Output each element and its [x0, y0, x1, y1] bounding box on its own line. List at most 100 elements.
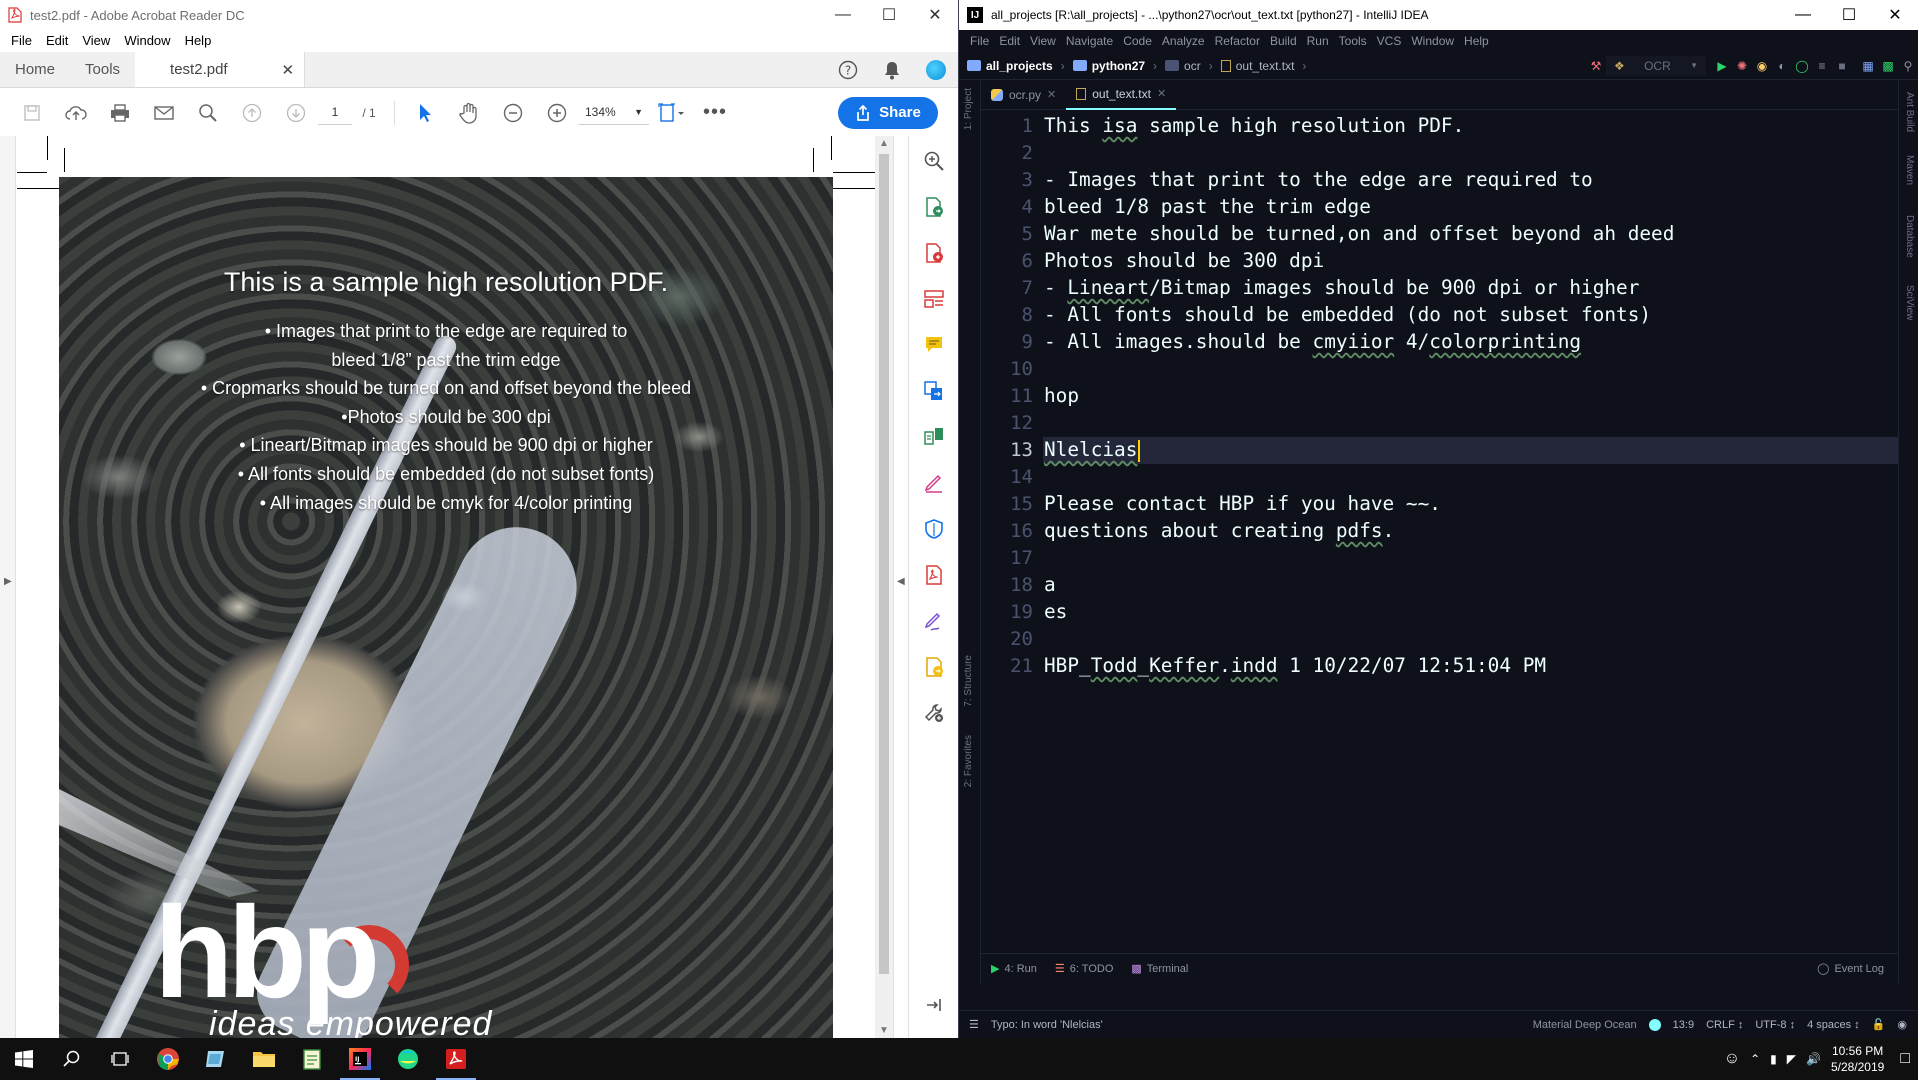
run-tool-tab[interactable]: ▶ 4: Run: [991, 962, 1037, 976]
wifi-icon[interactable]: ◤: [1787, 1052, 1796, 1066]
create-pdf-icon[interactable]: [909, 230, 958, 276]
export-pdf-icon[interactable]: [909, 184, 958, 230]
help-icon[interactable]: ?: [826, 52, 870, 87]
people-icon[interactable]: ☺: [1724, 1050, 1740, 1068]
terminal-icon[interactable]: ▩: [1878, 56, 1898, 76]
stop-icon[interactable]: ■: [1832, 56, 1852, 76]
menu-window[interactable]: Window: [1406, 34, 1459, 48]
typo-word[interactable]: isa: [1102, 114, 1137, 137]
menu-edit[interactable]: Edit: [994, 34, 1025, 48]
code-line[interactable]: Nlelcias: [1044, 438, 1141, 462]
zoom-in-icon[interactable]: [535, 93, 579, 133]
profile-icon[interactable]: ◐: [1772, 56, 1792, 76]
tab-home[interactable]: Home: [0, 52, 70, 87]
code-line[interactable]: HBP_Todd_Keffer.indd 1 10/22/07 12:51:04…: [1044, 654, 1546, 677]
breadcrumb-module[interactable]: python27: [1072, 59, 1145, 73]
close-button[interactable]: ✕: [1872, 0, 1918, 30]
notepad-icon[interactable]: [288, 1038, 336, 1080]
more-tools-icon[interactable]: •••: [693, 93, 737, 133]
typo-word[interactable]: cmyiior: [1313, 330, 1395, 353]
typo-word[interactable]: indd: [1231, 654, 1278, 677]
line-separator[interactable]: CRLF ↕: [1706, 1019, 1743, 1031]
notifications-icon[interactable]: □: [1900, 1050, 1910, 1068]
menu-help[interactable]: Help: [1459, 34, 1494, 48]
clock[interactable]: 10:56 PM 5/28/2019: [1831, 1043, 1884, 1075]
close-button[interactable]: ✕: [912, 0, 958, 30]
code-line[interactable]: hop: [1044, 384, 1079, 407]
right-panel-toggle[interactable]: ◀: [893, 136, 907, 1038]
code-line[interactable]: questions about creating pdfs.: [1044, 519, 1394, 542]
run-icon[interactable]: ▶: [1712, 56, 1732, 76]
menu-view[interactable]: View: [75, 33, 117, 48]
print-icon[interactable]: [98, 93, 142, 133]
coverage-icon[interactable]: ◉: [1752, 56, 1772, 76]
chevron-up-icon[interactable]: ⌃: [1750, 1052, 1760, 1066]
typo-word[interactable]: Keffer: [1149, 654, 1219, 677]
cloud-upload-icon[interactable]: [54, 93, 98, 133]
caret-position[interactable]: 13:9: [1673, 1019, 1694, 1031]
menu-view[interactable]: View: [1025, 34, 1061, 48]
concurrency-icon[interactable]: ◯: [1792, 56, 1812, 76]
hammer-icon[interactable]: ⚒: [1586, 56, 1606, 76]
next-page-icon[interactable]: [274, 93, 318, 133]
code-line[interactable]: - All images.should be cmyiior 4/colorpr…: [1044, 330, 1581, 353]
share-button[interactable]: Share: [838, 96, 938, 129]
find-zoom-icon[interactable]: [186, 93, 230, 133]
email-icon[interactable]: [142, 93, 186, 133]
battery-icon[interactable]: ▮: [1770, 1052, 1777, 1066]
task-view-icon[interactable]: [96, 1038, 144, 1080]
code-line[interactable]: es: [1044, 600, 1067, 623]
save-icon[interactable]: [10, 93, 54, 133]
tab-out-text[interactable]: out_text.txt ✕: [1066, 80, 1177, 110]
comment-icon[interactable]: [909, 322, 958, 368]
run-configuration-select[interactable]: ❖ OCR ▼: [1606, 55, 1706, 76]
memory-icon[interactable]: ◉: [1897, 1018, 1907, 1031]
editor-scrollbar[interactable]: [1886, 110, 1898, 953]
project-panel-tab[interactable]: 1: Project: [963, 88, 974, 130]
typo-word[interactable]: pdfs: [1336, 519, 1383, 542]
document-scrollbar[interactable]: ▲ ▼: [875, 136, 893, 1038]
breadcrumb-file[interactable]: out_text.txt: [1220, 59, 1294, 73]
database-tab[interactable]: Database: [1904, 215, 1915, 258]
collapse-pane-icon[interactable]: [909, 982, 958, 1028]
tab-document[interactable]: test2.pdf ✕: [135, 52, 306, 87]
menu-help[interactable]: Help: [178, 33, 219, 48]
menu-file[interactable]: File: [4, 33, 39, 48]
structure-panel-tab[interactable]: 7: Structure: [963, 655, 974, 707]
code-line[interactable]: This isa sample high resolution PDF.: [1044, 114, 1464, 137]
app-icon[interactable]: [192, 1038, 240, 1080]
maximize-button[interactable]: ☐: [1826, 0, 1872, 30]
maximize-button[interactable]: ☐: [866, 0, 912, 30]
send-review-icon[interactable]: [909, 644, 958, 690]
search-tool-icon[interactable]: [909, 138, 958, 184]
minimize-button[interactable]: —: [1780, 0, 1826, 30]
tab-ocr-py[interactable]: ocr.py ✕: [981, 80, 1066, 110]
fit-page-icon[interactable]: [649, 93, 693, 133]
tab-close-icon[interactable]: ✕: [281, 61, 294, 79]
favorites-panel-tab[interactable]: 2: Favorites: [963, 735, 974, 787]
code-line[interactable]: Photos should be 300 dpi: [1044, 249, 1324, 272]
intellij-taskbar-icon[interactable]: IJ: [336, 1038, 384, 1080]
close-tab-icon[interactable]: ✕: [1047, 88, 1056, 101]
menu-navigate[interactable]: Navigate: [1061, 34, 1118, 48]
maven-tab[interactable]: Maven: [1904, 155, 1915, 185]
ant-build-tab[interactable]: Ant Build: [1904, 92, 1915, 132]
avatar[interactable]: [914, 52, 958, 87]
typo-word[interactable]: Todd: [1091, 654, 1138, 677]
todo-tool-tab[interactable]: ☰ 6: TODO: [1055, 962, 1113, 976]
indent-setting[interactable]: 4 spaces ↕: [1807, 1019, 1860, 1031]
hand-tool-icon[interactable]: [447, 93, 491, 133]
code-line[interactable]: - Lineart/Bitmap images should be 900 dp…: [1044, 276, 1639, 299]
pdf-tool-icon[interactable]: [909, 552, 958, 598]
menu-run[interactable]: Run: [1302, 34, 1334, 48]
file-encoding[interactable]: UTF-8 ↕: [1755, 1019, 1795, 1031]
tab-tools[interactable]: Tools: [70, 52, 135, 87]
menu-window[interactable]: Window: [117, 33, 177, 48]
protect-shield-icon[interactable]: [909, 506, 958, 552]
scroll-up-icon[interactable]: ▲: [879, 138, 889, 149]
menu-code[interactable]: Code: [1118, 34, 1157, 48]
close-tab-icon[interactable]: ✕: [1157, 87, 1166, 100]
menu-build[interactable]: Build: [1265, 34, 1302, 48]
build-list-icon[interactable]: ≡: [1812, 56, 1832, 76]
prev-page-icon[interactable]: [230, 93, 274, 133]
